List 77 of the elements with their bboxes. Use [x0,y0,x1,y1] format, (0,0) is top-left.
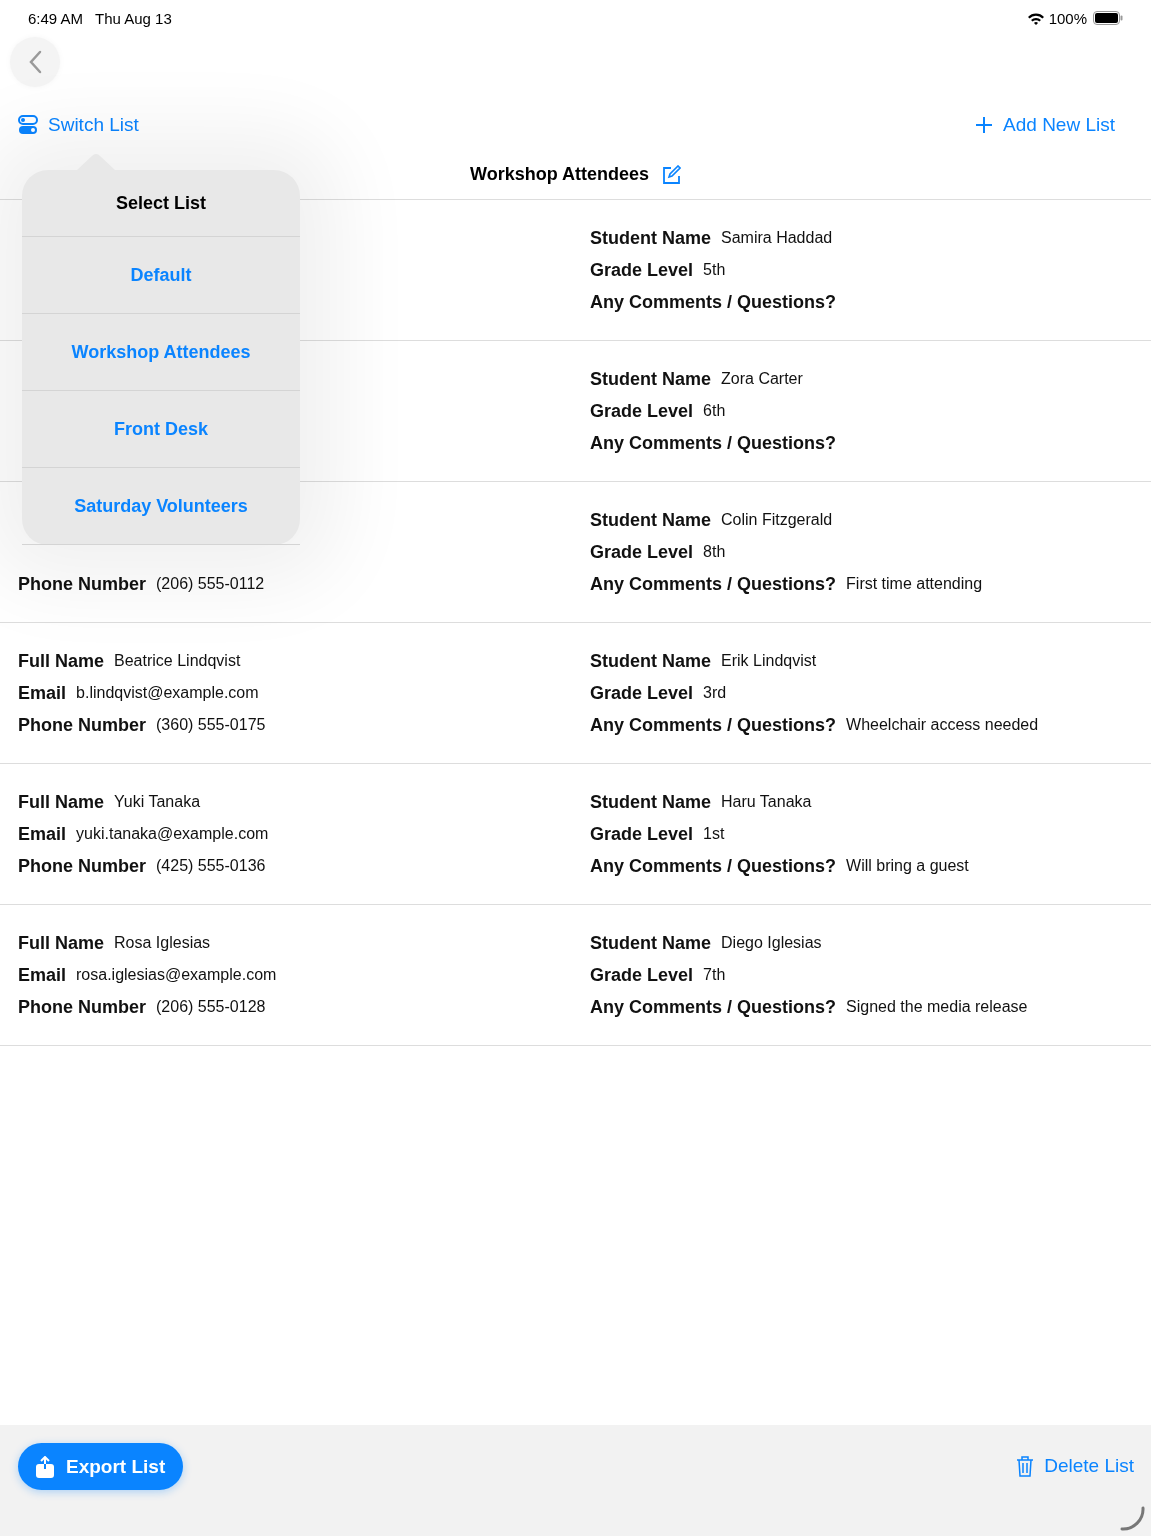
delete-list-button[interactable]: Delete List [1016,1455,1134,1477]
field-value: Beatrice Lindqvist [114,652,241,670]
field-value: Rosa Iglesias [114,934,211,952]
field-label: Phone Number [18,996,146,1018]
status-date: Thu Aug 13 [95,9,172,27]
field-value: Zora Carter [721,370,803,388]
field-label: Any Comments / Questions? [590,573,837,595]
field-label: Phone Number [18,855,146,877]
field-value: (360) 555-0175 [156,716,266,734]
list-option[interactable]: Front Desk [22,391,300,468]
status-time: 6:49 AM [28,9,84,27]
resize-handle-icon[interactable] [1119,1504,1147,1532]
field-value: Will bring a guest [846,857,969,875]
field-label: Grade Level [590,964,694,986]
field-label: Any Comments / Questions? [590,432,837,454]
plus-icon [975,116,994,134]
field-label: Grade Level [590,400,694,422]
field-value: First time attending [846,575,983,593]
field-label: Grade Level [590,823,694,845]
field-value: 8th [703,543,726,561]
field-value: Colin Fitzgerald [721,511,833,529]
field-label: Any Comments / Questions? [590,714,837,736]
wifi-icon [1026,11,1045,25]
list-option[interactable]: Default [22,237,300,314]
field-label: Email [18,964,67,986]
field-label: Grade Level [590,541,694,563]
field-value: Wheelchair access needed [846,716,1039,734]
field-value: 3rd [703,684,727,702]
battery-icon [1093,11,1123,25]
field-value: (206) 555-0112 [156,575,265,593]
field-value: 6th [703,402,726,420]
field-value: (206) 555-0128 [156,998,266,1016]
field-value: 5th [703,261,726,279]
battery-percent: 100% [1048,9,1087,27]
field-value: yuki.tanaka@example.com [76,825,269,843]
chevron-left-icon [28,50,42,74]
field-value: b.lindqvist@example.com [76,684,259,702]
field-label: Phone Number [18,573,146,595]
field-label: Any Comments / Questions? [590,291,837,313]
list-title: Workshop Attendees [470,164,649,185]
back-button[interactable] [10,37,60,87]
field-label: Any Comments / Questions? [590,855,837,877]
field-label: Email [18,682,67,704]
edit-icon[interactable] [661,164,681,185]
trash-icon [1016,1455,1035,1477]
field-label: Full Name [18,791,105,813]
toggles-icon [18,115,38,135]
field-label: Student Name [590,932,712,954]
field-label: Full Name [18,932,105,954]
field-label: Any Comments / Questions? [590,996,837,1018]
share-icon [36,1455,54,1478]
popover-title: Select List [115,192,206,214]
field-value: Samira Haddad [721,229,833,247]
field-label: Student Name [590,227,712,249]
field-value: Haru Tanaka [721,793,812,811]
add-list-button[interactable]: Add New List [975,114,1115,136]
field-value: Diego Iglesias [721,934,822,952]
field-value: 7th [703,966,726,984]
field-label: Student Name [590,791,712,813]
field-label: Student Name [590,368,712,390]
field-value: Yuki Tanaka [114,793,201,811]
field-label: Student Name [590,650,712,672]
field-label: Student Name [590,509,712,531]
field-label: Grade Level [590,259,694,281]
field-value: Erik Lindqvist [721,652,817,670]
field-value: (425) 555-0136 [156,857,266,875]
field-label: Phone Number [18,714,146,736]
field-value: 1st [703,825,725,843]
export-list-button[interactable]: Export List [18,1443,184,1490]
list-option[interactable]: Workshop Attendees [22,314,300,391]
switch-list-button[interactable]: Switch List [18,114,139,136]
field-value: rosa.iglesias@example.com [76,966,277,984]
list-option[interactable]: Saturday Volunteers [22,468,300,545]
field-value: Signed the media release [846,998,1028,1016]
field-label: Email [18,823,67,845]
field-label: Full Name [18,650,105,672]
field-label: Grade Level [590,682,694,704]
